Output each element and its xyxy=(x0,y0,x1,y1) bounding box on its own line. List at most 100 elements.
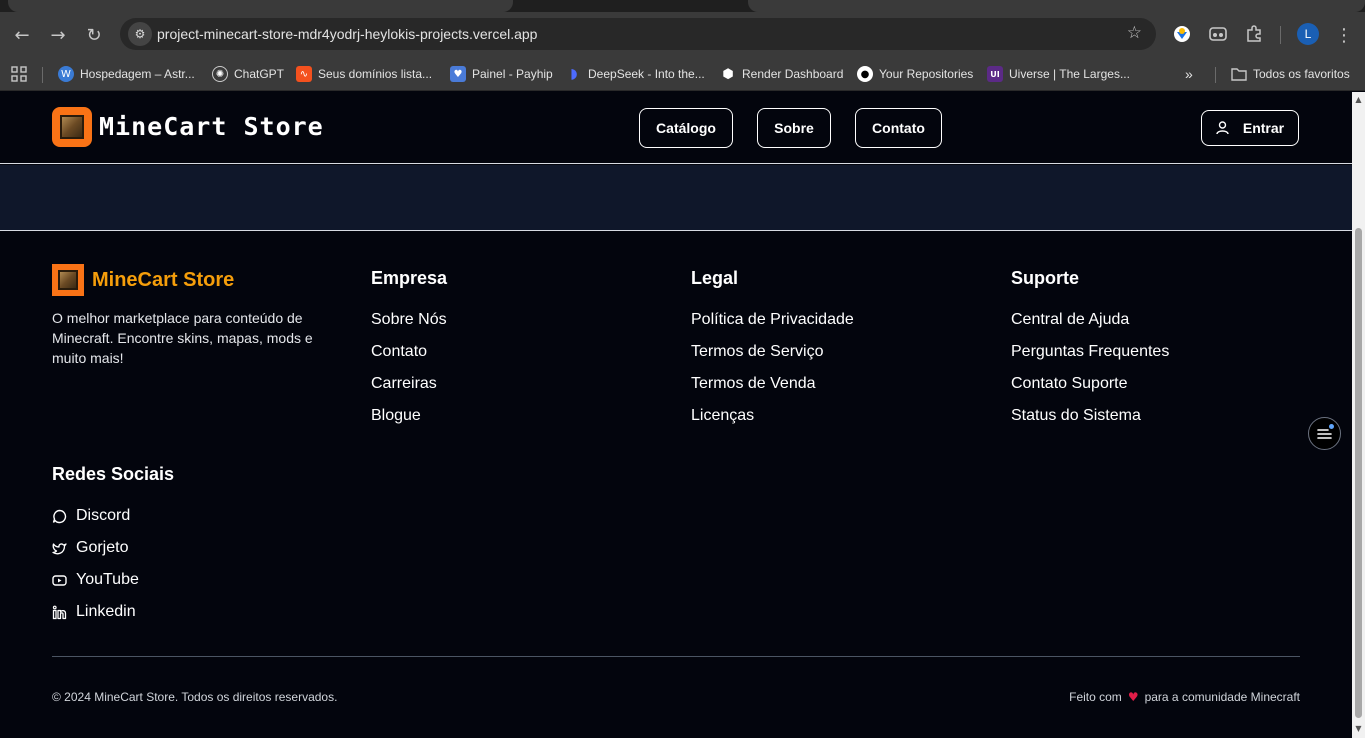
extensions-puzzle-icon[interactable] xyxy=(1242,22,1266,46)
chatgpt-icon: ✺ xyxy=(212,66,228,82)
login-button[interactable]: Entrar xyxy=(1201,110,1299,146)
bookmark-item[interactable]: ♥ Painel - Payhip xyxy=(450,64,553,84)
deepseek-icon: ◗ xyxy=(570,66,578,82)
menu-kebab-icon[interactable]: ⋮ xyxy=(1331,22,1357,48)
list-menu-icon xyxy=(1317,428,1332,439)
made-with-suffix: para a comunidade Minecraft xyxy=(1144,690,1300,704)
render-icon: ⬢ xyxy=(722,66,734,82)
social-label: Discord xyxy=(76,507,131,524)
apps-grid-icon[interactable] xyxy=(11,64,27,84)
social-title: Redes Sociais xyxy=(52,464,175,484)
profile-avatar[interactable]: L xyxy=(1297,23,1319,45)
footer-link[interactable]: Contato Suporte xyxy=(1011,375,1128,393)
footer-link[interactable]: Licenças xyxy=(691,407,754,425)
scroll-down-icon[interactable]: ▼ xyxy=(1354,724,1363,733)
forward-icon[interactable]: → xyxy=(45,22,71,48)
bookmark-item[interactable]: W Hospedagem – Astr... xyxy=(58,64,195,84)
cube-icon xyxy=(60,115,84,139)
scroll-up-icon[interactable]: ▲ xyxy=(1354,95,1363,104)
nav-catalog-button[interactable]: Catálogo xyxy=(639,108,733,148)
floating-menu-button[interactable] xyxy=(1308,417,1341,450)
bookmark-label: Painel - Payhip xyxy=(472,67,553,81)
footer-brand[interactable]: MineCart Store xyxy=(92,269,234,292)
footer-link[interactable]: Status do Sistema xyxy=(1011,407,1141,425)
social-label: Linkedin xyxy=(76,603,136,620)
bookmark-label: DeepSeek - Into the... xyxy=(588,67,705,81)
browser-tabstrip xyxy=(0,0,1365,12)
bookmark-label: Your Repositories xyxy=(879,67,974,81)
footer-logo-icon[interactable] xyxy=(52,264,84,296)
linkedin-icon xyxy=(52,605,67,619)
footer-link[interactable]: Carreiras xyxy=(371,375,437,393)
footer-column-title: Legal xyxy=(691,268,739,288)
page-scrollbar[interactable]: ▲ ▼ xyxy=(1352,92,1365,738)
scrollbar-thumb[interactable] xyxy=(1355,228,1362,718)
bookmark-label: Seus domínios lista... xyxy=(318,67,433,81)
browser-toolbar: ← → ↻ ⚙ project-minecart-store-mdr4yodrj… xyxy=(0,12,1365,57)
all-bookmarks-folder[interactable]: Todos os favoritos xyxy=(1231,64,1350,84)
footer-description: O melhor marketplace para conteúdo de Mi… xyxy=(52,310,313,366)
uiverse-icon: UI xyxy=(987,66,1003,82)
nav-contact-button[interactable]: Contato xyxy=(855,108,942,148)
heart-icon: ♥ xyxy=(1127,690,1139,704)
twitter-icon xyxy=(52,542,67,554)
footer-link[interactable]: Central de Ajuda xyxy=(1011,311,1129,329)
toolbar-divider xyxy=(1280,26,1281,44)
user-icon xyxy=(1216,121,1229,135)
youtube-icon xyxy=(52,574,67,586)
site-info-icon[interactable]: ⚙ xyxy=(128,22,152,46)
social-label: YouTube xyxy=(76,571,139,588)
bookmark-item[interactable]: ◗ DeepSeek - Into the... xyxy=(566,64,705,84)
social-link-discord[interactable]: Discord xyxy=(52,507,130,525)
bookmark-separator xyxy=(42,67,43,83)
footer-column-title: Suporte xyxy=(1011,268,1080,288)
github-icon: ● xyxy=(857,66,873,82)
domain-icon: ∿ xyxy=(296,66,312,82)
social-link-twitter[interactable]: Gorjeto xyxy=(52,539,128,557)
login-label: Entrar xyxy=(1242,120,1285,136)
page-viewport: MineCart Store Catálogo Sobre Contato En… xyxy=(0,92,1352,738)
notification-dot xyxy=(1329,424,1334,429)
logo-icon[interactable] xyxy=(52,107,92,147)
reload-icon[interactable]: ↻ xyxy=(81,22,107,48)
content-band xyxy=(0,165,1352,231)
url-text[interactable]: project-minecart-store-mdr4yodrj-heyloki… xyxy=(157,26,537,42)
folder-icon xyxy=(1231,66,1247,82)
bookmark-item[interactable]: ● Your Repositories xyxy=(857,64,973,84)
footer-link[interactable]: Sobre Nós xyxy=(371,311,447,329)
social-link-linkedin[interactable]: Linkedin xyxy=(52,603,136,621)
bookmark-item[interactable]: ∿ Seus domínios lista... xyxy=(296,64,432,84)
site-header: MineCart Store Catálogo Sobre Contato En… xyxy=(0,92,1352,164)
payhip-icon: ♥ xyxy=(450,66,466,82)
browser-tab[interactable] xyxy=(8,0,513,12)
back-icon[interactable]: ← xyxy=(9,22,35,48)
nav-about-button[interactable]: Sobre xyxy=(757,108,831,148)
reading-mode-icon[interactable] xyxy=(1206,22,1230,46)
social-label: Gorjeto xyxy=(76,539,129,556)
bookmark-star-icon[interactable]: ☆ xyxy=(1127,23,1142,43)
footer-column-title: Empresa xyxy=(371,268,448,288)
site-brand[interactable]: MineCart Store xyxy=(99,112,324,141)
footer-link[interactable]: Blogue xyxy=(371,407,421,425)
bookmark-item[interactable]: UI Uiverse | The Larges... xyxy=(987,64,1130,84)
footer-link[interactable]: Contato xyxy=(371,343,427,361)
footer-link[interactable]: Perguntas Frequentes xyxy=(1011,343,1169,361)
copyright-text: © 2024 MineCart Store. Todos os direitos… xyxy=(52,690,338,704)
footer-link[interactable]: Política de Privacidade xyxy=(691,311,854,329)
bookmark-label: ChatGPT xyxy=(234,67,285,81)
footer-link[interactable]: Termos de Serviço xyxy=(691,343,824,361)
address-bar[interactable]: ⚙ project-minecart-store-mdr4yodrj-heylo… xyxy=(120,18,1156,50)
cube-icon xyxy=(58,270,78,290)
discord-icon xyxy=(52,509,67,523)
bookmarks-bar: W Hospedagem – Astr... ✺ ChatGPT ∿ Seus dom… xyxy=(0,57,1365,91)
browser-tab[interactable] xyxy=(748,0,1365,12)
bookmark-item[interactable]: ✺ ChatGPT xyxy=(212,64,284,84)
bookmark-item[interactable]: ⬢ Render Dashboard xyxy=(720,64,843,84)
more-bookmarks-icon[interactable]: » xyxy=(1185,64,1193,84)
made-with-love: Feito com ♥ para a comunidade Minecraft xyxy=(1069,690,1300,704)
extension-icon[interactable] xyxy=(1170,22,1194,46)
social-link-youtube[interactable]: YouTube xyxy=(52,571,139,589)
wordpress-icon: W xyxy=(58,66,74,82)
bookmark-label: Hospedagem – Astr... xyxy=(80,67,195,81)
footer-link[interactable]: Termos de Venda xyxy=(691,375,816,393)
